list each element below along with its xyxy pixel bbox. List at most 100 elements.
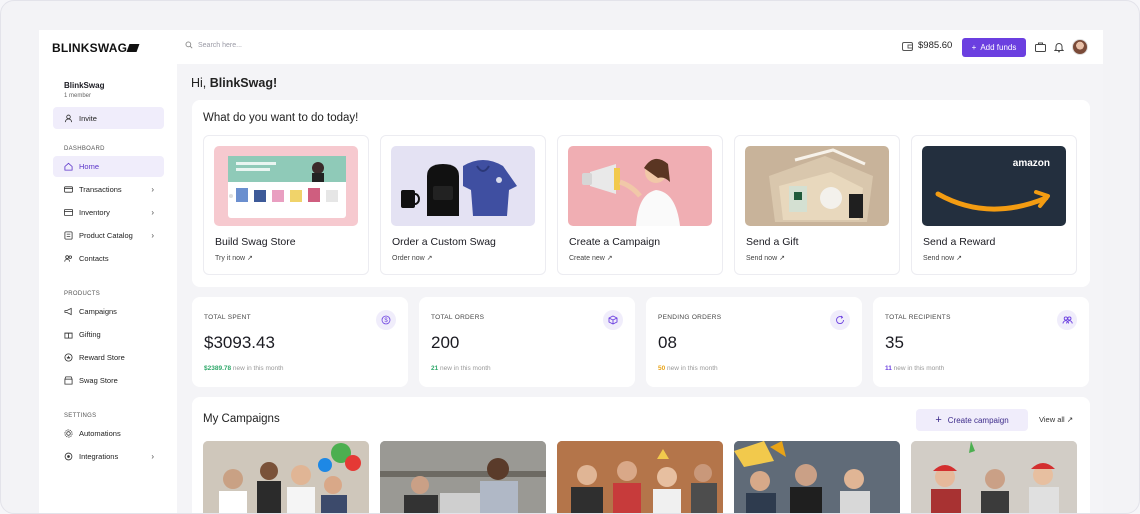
- sidebar-item-campaigns[interactable]: Campaigns: [53, 301, 164, 322]
- greeting-name: BlinkSwag!: [209, 76, 278, 90]
- plus-icon: +: [935, 414, 942, 426]
- sidebar-item-label: Product Catalog: [79, 231, 133, 240]
- action-order-custom-swag[interactable]: Order a Custom Swag Order now ↗: [380, 135, 546, 275]
- action-send-gift[interactable]: Send a Gift Send now ↗: [734, 135, 900, 275]
- products-section-title: PRODUCTS: [64, 291, 101, 297]
- logo[interactable]: BLINKSWAG: [52, 41, 140, 55]
- my-campaigns-card: My Campaigns + Create campaign View all …: [192, 397, 1090, 513]
- plus-icon: +: [971, 43, 977, 52]
- wallet-icon: [902, 41, 913, 51]
- card-icon: [64, 186, 73, 193]
- notifications-button[interactable]: [1053, 41, 1065, 53]
- sidebar-item-label: Integrations: [79, 452, 119, 461]
- arrow-up-right-icon: ↗: [426, 255, 433, 262]
- stat-note-text: new in this month: [665, 365, 718, 372]
- sidebar-item-label: Transactions: [79, 185, 122, 194]
- logo-mark-icon: [126, 44, 140, 52]
- action-title: Order a Custom Swag: [392, 236, 496, 248]
- action-build-swag-store[interactable]: Build Swag Store Try it now ↗: [203, 135, 369, 275]
- campaign-image[interactable]: [380, 441, 546, 513]
- stat-note: 50 new in this month: [658, 365, 718, 372]
- wallet-balance[interactable]: $985.60: [902, 40, 952, 51]
- search-bar[interactable]: Search here...: [185, 41, 242, 49]
- box-icon: [64, 208, 73, 217]
- stat-note: $2389.78 new in this month: [204, 365, 284, 372]
- campaign-image[interactable]: [911, 441, 1077, 513]
- campaigns-title: My Campaigns: [203, 413, 280, 425]
- dollar-icon: $: [376, 310, 396, 330]
- campaign-image[interactable]: [734, 441, 900, 513]
- stat-value: 200: [431, 333, 460, 352]
- stat-note: 21 new in this month: [431, 365, 491, 372]
- action-link[interactable]: Try it now ↗: [215, 254, 253, 262]
- action-link-label: Send now: [746, 255, 778, 262]
- arrow-up-right-icon: ↗: [779, 255, 785, 262]
- campaign-image[interactable]: [557, 441, 723, 513]
- sidebar-item-transactions[interactable]: Transactions ›: [53, 179, 164, 200]
- arrow-up-right-icon: ↗: [247, 255, 253, 262]
- sidebar-item-inventory[interactable]: Inventory ›: [53, 202, 164, 223]
- stat-note-text: new in this month: [438, 365, 491, 372]
- package-icon: [603, 310, 623, 330]
- sidebar-item-integrations[interactable]: Integrations ›: [53, 446, 164, 467]
- chevron-right-icon: ›: [151, 185, 154, 194]
- action-link[interactable]: Send now ↗: [923, 254, 962, 262]
- action-link[interactable]: Order now ↗: [392, 254, 433, 262]
- sidebar-item-swag-store[interactable]: Swag Store: [53, 370, 164, 391]
- stat-card-total-recipients: TOTAL RECIPIENTS 35 11 new in this month: [873, 297, 1089, 387]
- org-name: BlinkSwag: [64, 81, 105, 90]
- home-icon: [64, 162, 73, 171]
- sidebar-item-label: Automations: [79, 429, 121, 438]
- action-link-label: Order now: [392, 255, 425, 262]
- add-funds-button[interactable]: + Add funds: [962, 38, 1026, 57]
- add-funds-label: Add funds: [980, 43, 1017, 52]
- user-avatar[interactable]: [1072, 39, 1088, 55]
- reward-icon: [64, 353, 73, 362]
- action-create-campaign[interactable]: Create a Campaign Create new ↗: [557, 135, 723, 275]
- action-title: Create a Campaign: [569, 236, 661, 248]
- action-send-reward[interactable]: amazon Send a Reward Send now ↗: [911, 135, 1077, 275]
- arrow-up-right-icon: ↗: [1066, 415, 1074, 424]
- invite-button[interactable]: Invite: [53, 107, 164, 129]
- bag-button[interactable]: [1034, 41, 1046, 53]
- sidebar-item-product-catalog[interactable]: Product Catalog ›: [53, 225, 164, 246]
- custom-swag-thumbnail: [391, 146, 535, 226]
- stat-note-value: $2389.78: [204, 365, 232, 372]
- action-link[interactable]: Create new ↗: [569, 254, 613, 262]
- invite-label: Invite: [79, 113, 97, 123]
- action-link-label: Try it now: [215, 255, 246, 262]
- reward-thumbnail: amazon: [922, 146, 1066, 226]
- store-icon: [64, 376, 73, 385]
- users-icon: [1057, 310, 1077, 330]
- sidebar-item-automations[interactable]: Automations: [53, 423, 164, 444]
- quick-actions-card: What do you want to do today! Build Swag…: [192, 100, 1090, 287]
- swag-store-thumbnail: [214, 146, 358, 226]
- balance-amount: $985.60: [918, 40, 953, 51]
- arrow-up-right-icon: ↗: [606, 255, 613, 262]
- campaign-image[interactable]: [203, 441, 369, 513]
- view-all-label: View all: [1039, 415, 1065, 424]
- stat-value: $3093.43: [204, 333, 275, 352]
- dashboard-section-title: DASHBOARD: [64, 146, 105, 152]
- view-all-link[interactable]: View all ↗: [1039, 415, 1073, 424]
- sidebar-item-label: Inventory: [79, 208, 110, 217]
- contacts-icon: [64, 255, 72, 262]
- create-campaign-button[interactable]: + Create campaign: [916, 409, 1028, 431]
- search-input[interactable]: Search here...: [198, 42, 242, 49]
- action-title: Build Swag Store: [215, 236, 296, 248]
- chevron-right-icon: ›: [151, 231, 154, 240]
- quick-actions-title: What do you want to do today!: [203, 112, 359, 124]
- create-campaign-label: Create campaign: [947, 415, 1009, 425]
- integration-icon: [64, 452, 73, 461]
- sidebar-item-reward-store[interactable]: Reward Store: [53, 347, 164, 368]
- user-add-icon: [64, 114, 73, 122]
- megaphone-icon: [64, 307, 72, 316]
- stat-note-value: 11: [885, 365, 892, 372]
- sidebar-item-gifting[interactable]: Gifting: [53, 324, 164, 345]
- action-link[interactable]: Send now ↗: [746, 254, 785, 262]
- sidebar-item-label: Contacts: [79, 254, 109, 263]
- automation-icon: [64, 429, 73, 438]
- sidebar-item-home[interactable]: Home: [53, 156, 164, 177]
- stat-note: 11 new in this month: [885, 365, 944, 372]
- sidebar-item-contacts[interactable]: Contacts: [53, 248, 164, 269]
